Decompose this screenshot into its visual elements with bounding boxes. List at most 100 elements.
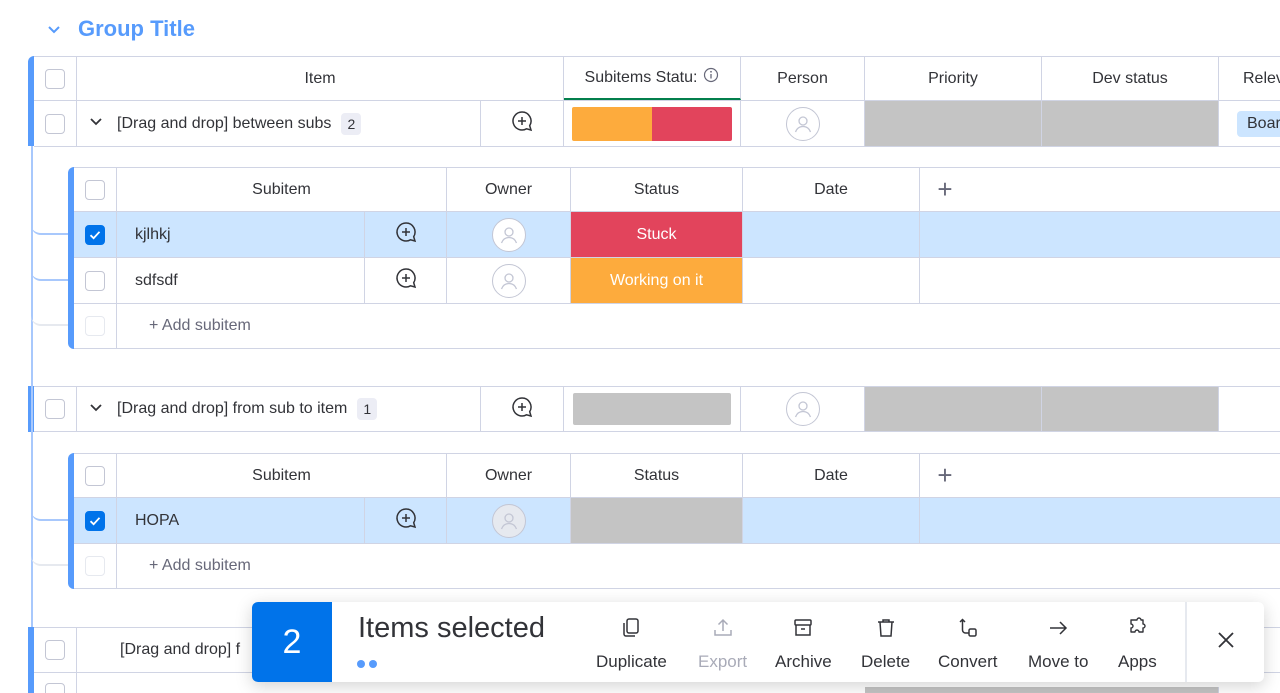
add-subitem-row[interactable]: + Add subitem	[74, 544, 1280, 589]
updates-cell[interactable]	[481, 101, 564, 146]
date-cell[interactable]	[743, 212, 920, 257]
column-header-priority[interactable]: Priority	[865, 57, 1042, 100]
avatar-placeholder-icon[interactable]	[491, 503, 526, 538]
apps-button[interactable]: Apps	[1118, 616, 1157, 672]
priority-cell[interactable]	[865, 101, 1042, 146]
subitems-status-cell[interactable]	[564, 101, 741, 146]
owner-column-header[interactable]: Owner	[447, 454, 571, 497]
subitem-row[interactable]: kjlhkj Stuck	[74, 212, 1280, 258]
status-battery[interactable]	[572, 106, 732, 141]
avatar-placeholder-icon[interactable]	[785, 106, 820, 141]
owner-cell[interactable]	[447, 212, 571, 257]
subitems-status-cell[interactable]	[564, 387, 741, 431]
updates-cell[interactable]	[365, 212, 447, 257]
person-cell[interactable]	[741, 387, 865, 431]
date-column-header[interactable]: Date	[743, 454, 920, 497]
add-update-icon[interactable]	[510, 109, 534, 138]
date-cell[interactable]	[743, 258, 920, 303]
avatar-placeholder-icon[interactable]	[491, 217, 526, 252]
column-header-dev-status[interactable]: Dev status	[1042, 57, 1219, 100]
date-cell[interactable]	[743, 498, 920, 543]
export-button[interactable]: Export	[698, 616, 747, 672]
column-header-item[interactable]: Item	[77, 57, 564, 100]
row-checkbox[interactable]	[45, 113, 65, 134]
row-checkbox[interactable]	[45, 683, 65, 693]
column-header-relevant[interactable]: Relev	[1219, 57, 1280, 100]
row-checkbox[interactable]	[85, 510, 105, 531]
subitem-name[interactable]: kjlhkj	[135, 226, 171, 244]
row-checkbox[interactable]	[45, 399, 65, 419]
updates-cell[interactable]	[365, 498, 447, 543]
date-column-header[interactable]: Date	[743, 168, 920, 211]
person-cell[interactable]	[741, 101, 865, 146]
owner-column-header[interactable]: Owner	[447, 168, 571, 211]
select-all-checkbox[interactable]	[45, 68, 65, 89]
add-column-button[interactable]: +	[920, 168, 970, 211]
item-name-cell[interactable]: [Drag and drop] between subs 2	[77, 101, 481, 146]
row-checkbox[interactable]	[85, 224, 105, 245]
add-update-icon[interactable]	[394, 266, 418, 295]
avatar-placeholder-icon[interactable]	[491, 263, 526, 298]
subitem-column-header[interactable]: Subitem	[117, 168, 447, 211]
item-name[interactable]: [Drag and drop] between subs	[117, 115, 331, 133]
subitem-name[interactable]: HOPA	[135, 512, 179, 530]
dev-status-cell[interactable]	[1042, 387, 1219, 431]
subitem-name-cell[interactable]: kjlhkj	[117, 212, 365, 257]
add-subitem-button[interactable]: + Add subitem	[149, 557, 251, 575]
relevant-cell[interactable]: Boar	[1219, 101, 1280, 146]
subitems-count-badge[interactable]: 1	[357, 398, 378, 420]
avatar-placeholder-icon[interactable]	[785, 392, 820, 426]
status-battery-empty[interactable]	[573, 393, 731, 425]
subitem-column-header[interactable]: Subitem	[117, 454, 447, 497]
board-link-chip[interactable]: Boar	[1237, 110, 1280, 137]
add-update-icon[interactable]	[510, 395, 534, 424]
subitem-row[interactable]: HOPA	[74, 498, 1280, 544]
add-subitem-cell[interactable]: + Add subitem	[117, 544, 417, 588]
owner-cell[interactable]	[447, 258, 571, 303]
close-button[interactable]	[1212, 628, 1240, 656]
status-column-header[interactable]: Status	[571, 168, 743, 211]
add-subitem-button[interactable]: + Add subitem	[149, 317, 251, 335]
subitems-select-all-checkbox[interactable]	[85, 179, 105, 200]
group-header[interactable]: Group Title	[44, 12, 195, 46]
subitem-name[interactable]: sdfsdf	[135, 272, 178, 290]
updates-cell[interactable]	[365, 258, 447, 303]
add-update-icon[interactable]	[394, 506, 418, 535]
item-name[interactable]: [Drag and drop] f	[120, 641, 240, 659]
subitem-row[interactable]: sdfsdf Working on it	[74, 258, 1280, 304]
chevron-down-icon[interactable]	[89, 400, 103, 419]
subitem-name-cell[interactable]: HOPA	[117, 498, 365, 543]
add-subitem-row[interactable]: + Add subitem	[74, 304, 1280, 349]
duplicate-button[interactable]: Duplicate	[596, 616, 667, 672]
column-header-subitems-status[interactable]: Subitems Statu:	[564, 57, 741, 100]
table-row[interactable]: [Drag and drop] between subs 2 Boar	[34, 101, 1280, 147]
info-icon[interactable]	[703, 67, 719, 88]
archive-button[interactable]: Archive	[775, 616, 832, 672]
status-cell[interactable]: Working on it	[571, 258, 743, 303]
priority-cell[interactable]	[865, 687, 1219, 693]
status-cell[interactable]	[571, 498, 743, 543]
subitem-name-cell[interactable]: sdfsdf	[117, 258, 365, 303]
row-checkbox[interactable]	[85, 270, 105, 291]
owner-cell[interactable]	[447, 498, 571, 543]
move-to-button[interactable]: Move to	[1028, 616, 1088, 672]
status-column-header[interactable]: Status	[571, 454, 743, 497]
row-checkbox[interactable]	[45, 640, 65, 660]
subitems-select-all-checkbox[interactable]	[85, 465, 105, 486]
item-name-cell[interactable]: [Drag and drop] from sub to item 1	[77, 387, 481, 431]
chevron-down-icon[interactable]	[89, 114, 103, 133]
priority-cell[interactable]	[865, 387, 1042, 431]
updates-cell[interactable]	[481, 387, 564, 431]
table-row[interactable]: [Drag and drop] from sub to item 1	[34, 386, 1280, 432]
delete-button[interactable]: Delete	[861, 616, 910, 672]
group-title[interactable]: Group Title	[78, 16, 195, 42]
subitems-count-badge[interactable]: 2	[341, 112, 362, 135]
column-header-person[interactable]: Person	[741, 57, 865, 100]
add-subitem-cell[interactable]: + Add subitem	[117, 304, 417, 348]
status-cell[interactable]: Stuck	[571, 212, 743, 257]
chevron-down-icon[interactable]	[44, 19, 64, 39]
convert-button[interactable]: Convert	[938, 616, 998, 672]
add-update-icon[interactable]	[394, 220, 418, 249]
item-name[interactable]: [Drag and drop] from sub to item	[117, 400, 347, 418]
add-column-button[interactable]: +	[920, 454, 970, 497]
